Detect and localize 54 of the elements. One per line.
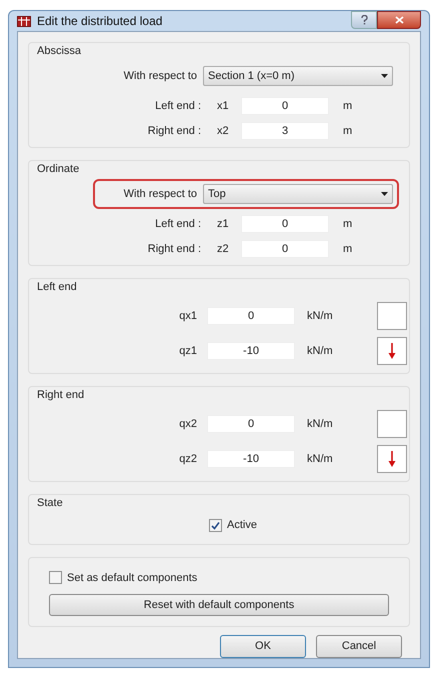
value-field[interactable]: 0 xyxy=(241,240,329,258)
symbol-label: x1 xyxy=(216,98,230,114)
value-field[interactable]: -10 xyxy=(207,450,295,468)
check-icon xyxy=(211,520,220,530)
unit-label: kN/m xyxy=(307,452,334,467)
help-button[interactable] xyxy=(351,11,377,29)
checkbox[interactable] xyxy=(209,518,222,532)
symbol-label: qx2 xyxy=(178,416,198,432)
row-label: Right end : xyxy=(146,242,201,257)
unit-label: kN/m xyxy=(307,344,334,359)
dropdown-caret-icon xyxy=(381,192,388,196)
direction-box[interactable] xyxy=(377,337,407,365)
help-icon xyxy=(360,15,368,25)
symbol-label: qz1 xyxy=(178,344,198,359)
symbol-label: qx1 xyxy=(178,308,198,324)
row-label: Right end : xyxy=(146,124,201,139)
window-title: Edit the distributed load xyxy=(37,13,162,30)
symbol-label: x2 xyxy=(216,124,230,139)
symbol-label: z2 xyxy=(216,242,230,257)
checkbox-label: Set as default components xyxy=(67,570,198,586)
checkbox-label: Active xyxy=(227,518,257,533)
value-field[interactable]: 0 xyxy=(241,215,329,233)
direction-box[interactable] xyxy=(377,302,407,330)
close-button[interactable] xyxy=(377,11,421,29)
value-field[interactable]: 3 xyxy=(241,122,329,140)
unit-label: m xyxy=(343,242,352,257)
unit-label: m xyxy=(343,124,352,139)
app-icon xyxy=(17,16,31,26)
dialog-button[interactable]: Cancel xyxy=(316,635,402,658)
row-label: Left end : xyxy=(154,98,201,114)
down-arrow-icon xyxy=(388,451,396,467)
value-field[interactable]: 0 xyxy=(207,307,295,325)
reset-button[interactable]: Reset with default components xyxy=(49,594,389,616)
reference-label: With respect to xyxy=(122,68,197,84)
close-icon xyxy=(394,16,404,24)
reference-label: With respect to xyxy=(122,186,197,202)
reference-dropdown[interactable]: Top xyxy=(203,184,393,204)
unit-label: kN/m xyxy=(307,308,334,324)
symbol-label: z1 xyxy=(216,216,230,232)
unit-label: kN/m xyxy=(307,416,334,432)
value-field[interactable]: -10 xyxy=(207,342,295,360)
row-label: Left end : xyxy=(154,216,201,232)
value-field[interactable]: 0 xyxy=(207,415,295,433)
dropdown-caret-icon xyxy=(381,74,388,78)
down-arrow-icon xyxy=(388,343,396,359)
value-field[interactable]: 0 xyxy=(241,97,329,115)
dialog-button[interactable]: OK xyxy=(220,635,306,658)
reference-dropdown[interactable]: Section 1 (x=0 m) xyxy=(203,66,393,86)
direction-box[interactable] xyxy=(377,410,407,438)
symbol-label: qz2 xyxy=(178,452,198,467)
unit-label: m xyxy=(343,98,352,114)
unit-label: m xyxy=(343,216,352,232)
direction-box[interactable] xyxy=(377,445,407,473)
checkbox[interactable] xyxy=(49,571,62,584)
